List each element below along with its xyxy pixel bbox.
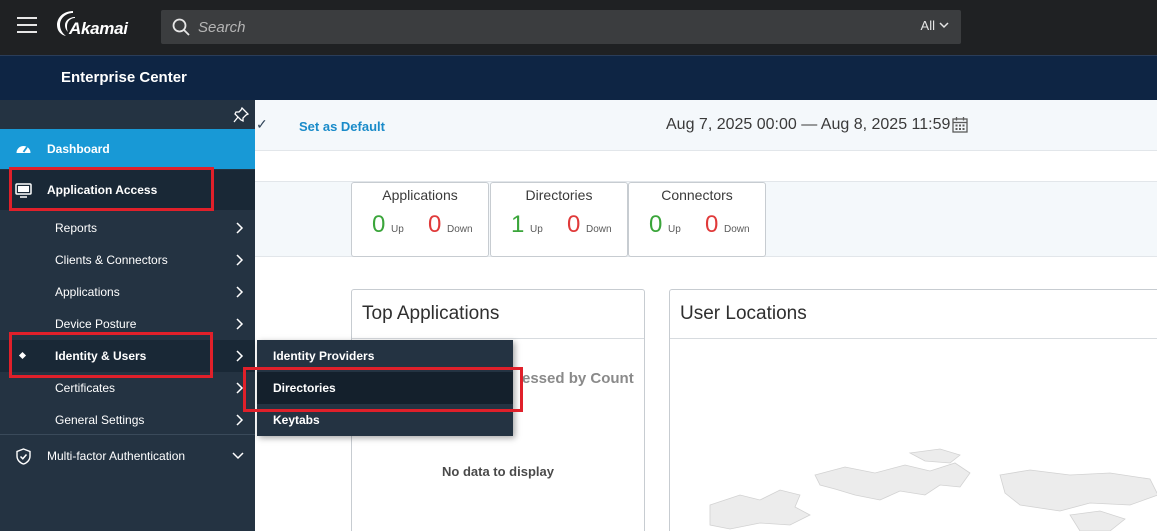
- top-bar: Akamai All: [0, 0, 1157, 55]
- search-bar: All: [161, 10, 961, 44]
- main-content: ✓ Set as Default Aug 7, 2025 00:00 — Aug…: [255, 100, 1157, 531]
- user-locations-panel: User Locations: [669, 289, 1157, 531]
- sidebar-item-label: General Settings: [55, 413, 145, 427]
- logo-text: Akamai: [69, 19, 128, 38]
- sidebar-item-dashboard[interactable]: Dashboard: [0, 129, 255, 169]
- panel-subtitle: essed by Count: [522, 370, 634, 387]
- stat-down-label: Down: [586, 224, 612, 235]
- date-range[interactable]: Aug 7, 2025 00:00 — Aug 8, 2025 11:59: [666, 116, 950, 134]
- sidebar-item-label: Multi-factor Authentication: [47, 449, 186, 463]
- sidebar-item-label: Certificates: [55, 381, 116, 395]
- hamburger-menu-icon[interactable]: [17, 17, 37, 33]
- stat-down-value: 0: [705, 211, 719, 238]
- chevron-right-icon: [236, 414, 244, 426]
- search-icon[interactable]: [172, 18, 190, 36]
- stat-up-label: Up: [391, 224, 404, 235]
- akamai-logo[interactable]: Akamai: [55, 9, 128, 43]
- sidebar-item-device-posture[interactable]: Device Posture: [0, 308, 255, 340]
- sidebar-item-identity-users[interactable]: Identity & Users: [0, 340, 255, 372]
- stat-up-label: Up: [530, 224, 543, 235]
- search-input[interactable]: [198, 10, 898, 44]
- sidebar-item-label: Application Access: [47, 183, 158, 197]
- sidebar-item-multi-factor-authentication[interactable]: Multi-factor Authentication: [0, 436, 255, 476]
- stat-title: Connectors: [661, 187, 733, 203]
- flyout-item-directories[interactable]: Directories: [257, 372, 513, 404]
- chevron-right-icon: [236, 350, 244, 362]
- stat-card-applications[interactable]: Applications 0 Up 0 Down: [351, 182, 489, 257]
- sidebar-item-label: Applications: [55, 285, 120, 299]
- checkmark-icon: ✓: [256, 116, 268, 132]
- sidebar-item-applications[interactable]: Applications: [0, 276, 255, 308]
- product-bar: Enterprise Center: [0, 55, 1157, 100]
- sidebar: Dashboard Application Access Reports Cli…: [0, 100, 255, 531]
- identity-users-flyout-menu: Identity Providers Directories Keytabs: [257, 340, 513, 436]
- flyout-item-label: Directories: [273, 381, 336, 395]
- stat-card-connectors[interactable]: Connectors 0 Up 0 Down: [628, 182, 766, 257]
- chevron-right-icon: [236, 382, 244, 394]
- flyout-item-keytabs[interactable]: Keytabs: [257, 404, 513, 436]
- panel-header: User Locations: [670, 290, 1157, 339]
- search-scope-select[interactable]: All: [921, 18, 949, 33]
- stat-up-label: Up: [668, 224, 681, 235]
- sidebar-item-application-access[interactable]: Application Access: [0, 170, 255, 210]
- pin-icon[interactable]: [233, 107, 249, 123]
- set-as-default-link[interactable]: Set as Default: [299, 119, 385, 134]
- sidebar-item-label: Reports: [55, 221, 98, 235]
- sidebar-item-clients-connectors[interactable]: Clients & Connectors: [0, 244, 255, 276]
- stat-up-value: 1: [511, 211, 525, 238]
- stat-card-directories[interactable]: Directories 1 Up 0 Down: [490, 182, 628, 257]
- dashboard-toolbar: ✓ Set as Default Aug 7, 2025 00:00 — Aug…: [255, 100, 1157, 151]
- sidebar-item-label: Dashboard: [47, 142, 110, 156]
- dashboard-gauge-icon: [16, 146, 31, 153]
- stat-up-value: 0: [649, 211, 663, 238]
- flyout-item-label: Identity Providers: [273, 349, 375, 363]
- monitor-icon: [15, 183, 32, 198]
- stat-title: Directories: [525, 187, 593, 203]
- stat-up-value: 0: [372, 211, 386, 238]
- chevron-right-icon: [236, 318, 244, 330]
- panel-title: Top Applications: [362, 303, 500, 324]
- stat-down-label: Down: [447, 224, 473, 235]
- chevron-right-icon: [236, 254, 244, 266]
- flyout-item-label: Keytabs: [273, 413, 320, 427]
- chevron-right-icon: [236, 286, 244, 298]
- stat-down-value: 0: [428, 211, 442, 238]
- flyout-item-identity-providers[interactable]: Identity Providers: [257, 340, 513, 372]
- sidebar-item-reports[interactable]: Reports: [0, 212, 255, 244]
- search-scope-label: All: [920, 18, 935, 33]
- chevron-right-icon: [236, 222, 244, 234]
- chevron-down-icon: [232, 452, 244, 460]
- stat-title: Applications: [382, 187, 458, 203]
- sidebar-item-general-settings[interactable]: General Settings: [0, 404, 255, 436]
- world-map[interactable]: [670, 445, 1157, 531]
- sidebar-item-label: Identity & Users: [55, 349, 147, 363]
- sidebar-divider: [0, 434, 255, 435]
- chevron-down-icon: [939, 22, 949, 29]
- calendar-icon[interactable]: [952, 116, 968, 133]
- sidebar-item-certificates[interactable]: Certificates: [0, 372, 255, 404]
- shield-check-icon: [16, 448, 31, 465]
- no-data-message: No data to display: [442, 464, 554, 479]
- panel-header: Top Applications: [352, 290, 644, 339]
- panel-title: User Locations: [680, 303, 807, 324]
- stat-down-value: 0: [567, 211, 581, 238]
- stat-down-label: Down: [724, 224, 750, 235]
- active-bullet-icon: [18, 351, 27, 360]
- sidebar-item-label: Device Posture: [55, 317, 137, 331]
- sidebar-item-label: Clients & Connectors: [55, 253, 168, 267]
- product-title: Enterprise Center: [61, 69, 187, 86]
